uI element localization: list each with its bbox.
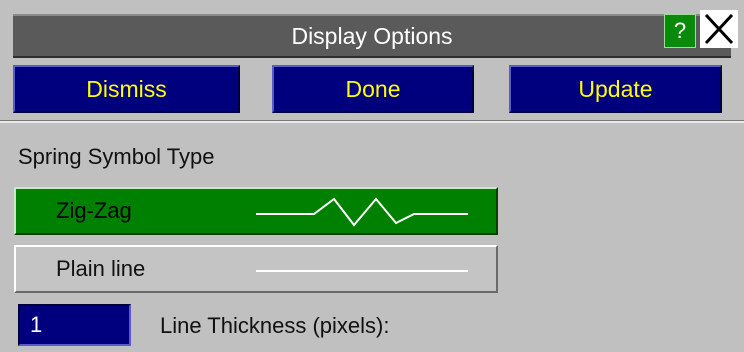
dismiss-button[interactable]: Dismiss xyxy=(13,65,240,113)
option-plain-line[interactable]: Plain line xyxy=(14,245,498,293)
plain-line-icon xyxy=(256,270,468,272)
done-button[interactable]: Done xyxy=(272,65,474,113)
option-plain-line-label: Plain line xyxy=(56,256,146,281)
separator xyxy=(0,120,744,123)
zigzag-spring-icon xyxy=(256,197,468,227)
option-zig-zag[interactable]: Zig-Zag xyxy=(14,187,498,235)
option-zig-zag-label: Zig-Zag xyxy=(56,198,132,223)
window-title: Display Options xyxy=(291,22,453,49)
update-button[interactable]: Update xyxy=(509,65,722,113)
help-button[interactable]: ? xyxy=(664,14,696,48)
close-x-icon xyxy=(704,13,734,45)
spring-symbol-type-label: Spring Symbol Type xyxy=(18,144,215,169)
close-button[interactable] xyxy=(700,10,738,48)
line-thickness-input[interactable]: 1 xyxy=(18,304,131,346)
line-thickness-label: Line Thickness (pixels): xyxy=(160,313,390,338)
title-bar[interactable]: Display Options xyxy=(13,14,731,58)
